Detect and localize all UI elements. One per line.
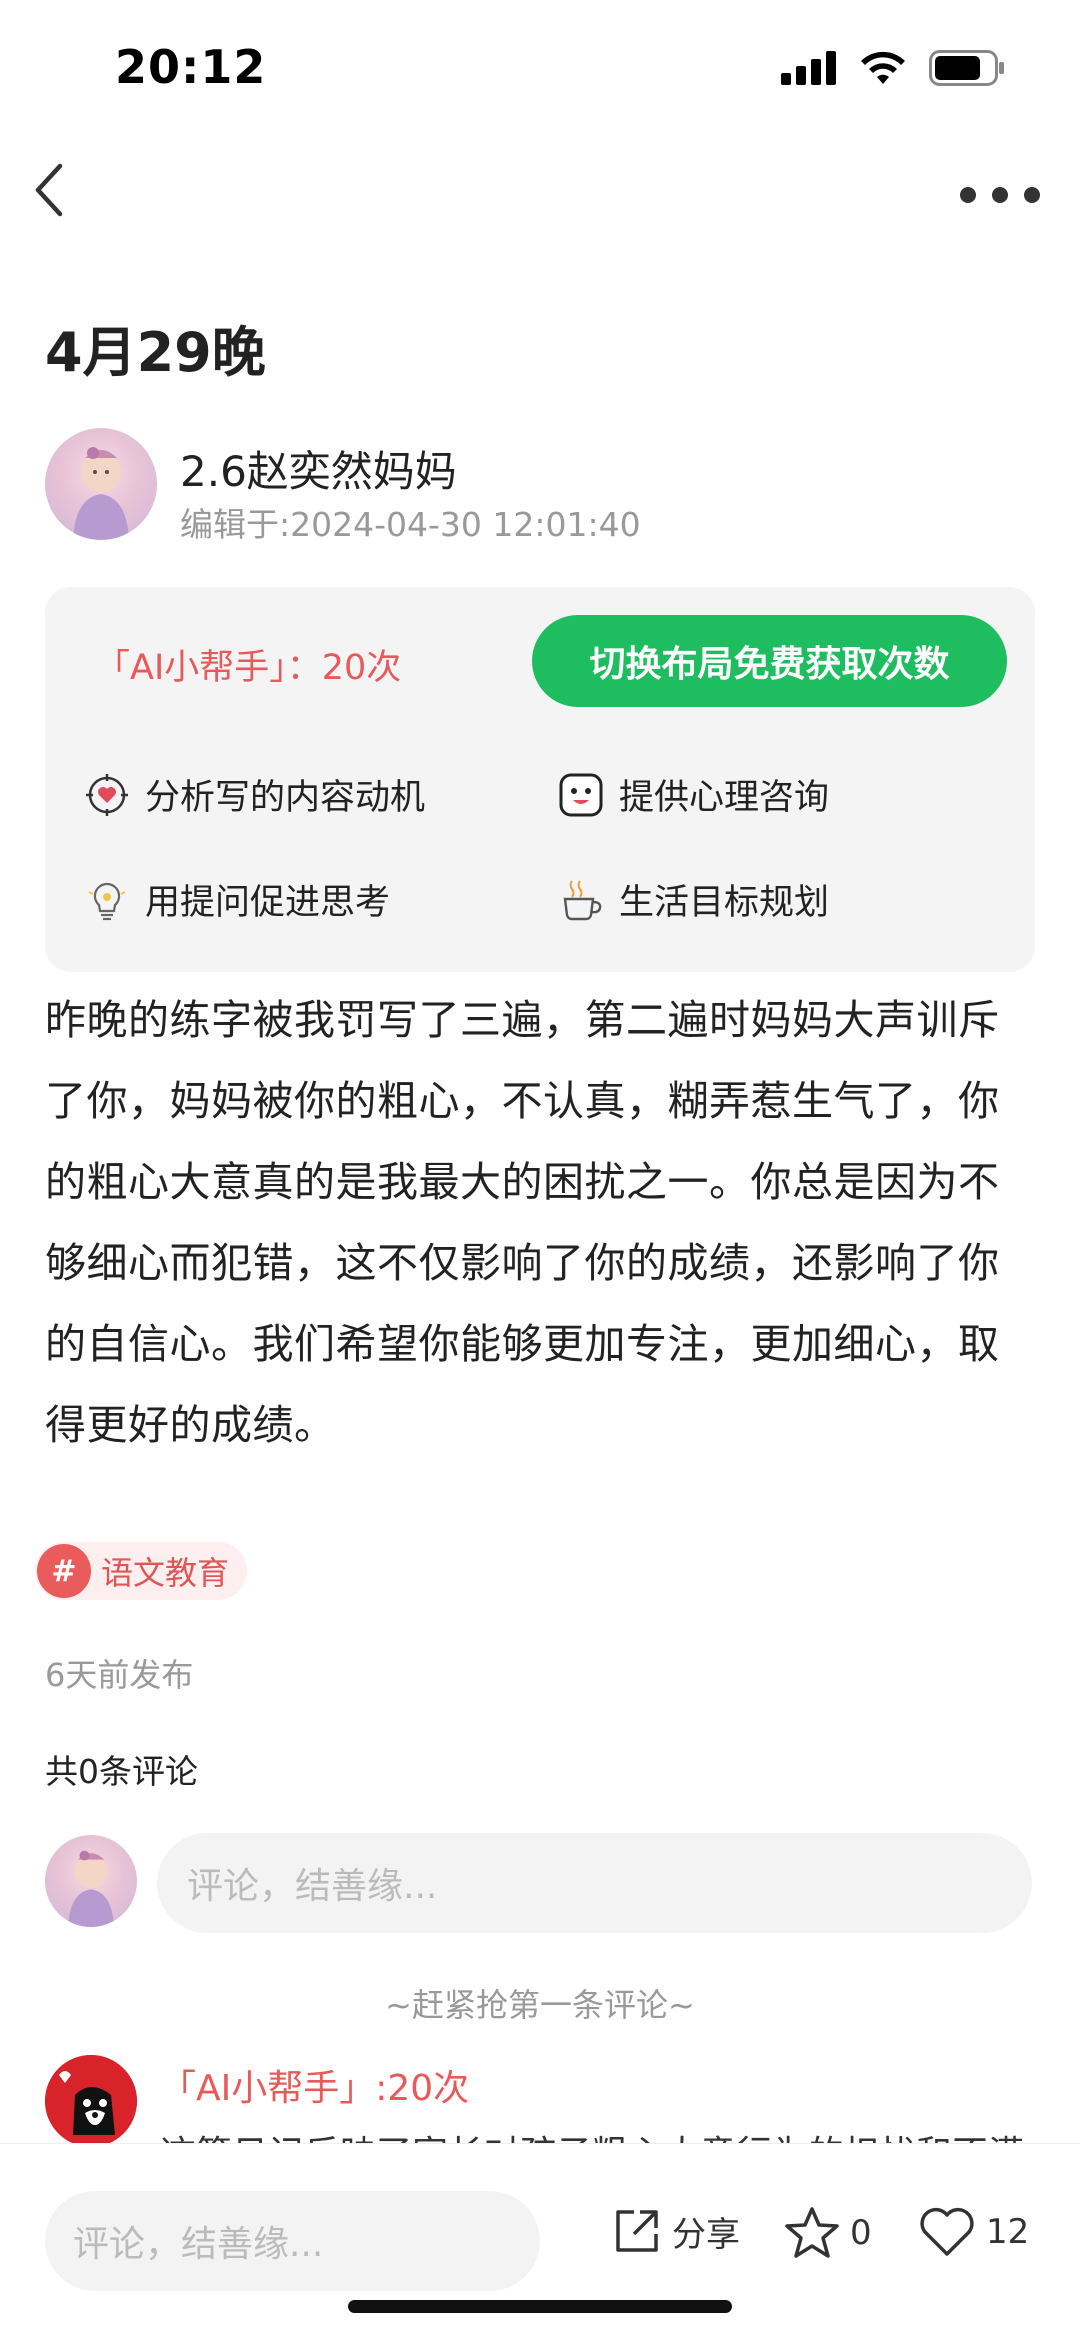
target-heart-icon [83, 771, 131, 819]
feature-label: 用提问促进思考 [145, 883, 391, 923]
author-avatar[interactable] [45, 428, 157, 540]
more-options-button[interactable] [960, 175, 1040, 215]
favorite-count: 0 [850, 2213, 872, 2253]
ai-helper-box: 「AI小帮手」：20次 切换布局免费获取次数 分析写的内容动机 提供心理咨询 用… [45, 587, 1035, 972]
feature-psych-consult[interactable]: 提供心理咨询 [557, 769, 829, 820]
favorite-button[interactable]: 0 [784, 2206, 872, 2260]
back-button[interactable] [30, 160, 90, 230]
first-comment-hint: ~赶紧抢第一条评论~ [385, 1986, 695, 2024]
author-name[interactable]: 2.6赵奕然妈妈 [180, 438, 457, 499]
topic-tag-label: 语文教育 [101, 1554, 230, 1592]
post-title: 4月29晚 [45, 321, 266, 384]
dot-icon [960, 187, 976, 203]
comment-count: 共0条评论 [45, 1752, 198, 1791]
ai-reply[interactable]: 「AI小帮手」:20次 这篇日记反映了家长对孩子粗心大意行为的担忧和不满 [45, 2055, 1045, 2145]
dot-icon [992, 187, 1008, 203]
feature-label: 分析写的内容动机 [145, 778, 426, 818]
feature-life-goals[interactable]: 生活目标规划 [557, 874, 829, 925]
switch-layout-button[interactable]: 切换布局免费获取次数 [532, 615, 1007, 707]
feature-label: 提供心理咨询 [619, 778, 830, 818]
status-icons [781, 50, 1005, 86]
status-time: 20:12 [115, 40, 267, 94]
like-button[interactable]: 12 [918, 2206, 1029, 2258]
comment-input-row: 评论，结善缘... [45, 1833, 1035, 1933]
ai-reply-name: 「AI小帮手」:20次 [160, 2068, 470, 2109]
like-count: 12 [986, 2212, 1030, 2252]
star-icon [785, 2207, 839, 2258]
author-info: 2.6赵奕然妈妈 编辑于:2024-04-30 12:01:40 [45, 428, 1045, 544]
smiley-icon [557, 771, 605, 819]
status-bar: 20:12 [0, 0, 1080, 140]
lightbulb-icon [83, 876, 131, 924]
bottom-comment-input[interactable]: 评论，结善缘... [45, 2191, 540, 2291]
wifi-icon [861, 51, 905, 84]
ai-helper-count: 「AI小帮手」：20次 [95, 648, 402, 688]
home-indicator[interactable] [348, 2300, 732, 2313]
nav-bar [0, 150, 1080, 240]
comment-input[interactable]: 评论，结善缘... [157, 1833, 1032, 1933]
feature-label: 生活目标规划 [619, 883, 830, 923]
feature-question-thinking[interactable]: 用提问促进思考 [83, 874, 390, 925]
hash-icon: # [37, 1544, 91, 1598]
chevron-left-icon [35, 163, 63, 217]
share-icon [616, 2210, 658, 2252]
dog-mascot-icon [45, 2055, 137, 2145]
dot-icon [1024, 187, 1040, 203]
share-label: 分享 [672, 2214, 740, 2255]
feature-analyze-motive[interactable]: 分析写的内容动机 [83, 769, 425, 820]
ai-reply-text: 这篇日记反映了家长对孩子粗心大意行为的担忧和不满 [160, 2125, 1024, 2145]
battery-icon [929, 50, 1004, 86]
heart-icon [920, 2207, 974, 2256]
signal-icon [781, 51, 836, 85]
baby-photo-icon [68, 1850, 114, 1927]
share-button[interactable]: 分享 [612, 2206, 740, 2256]
user-avatar [45, 1835, 137, 1927]
edit-time: 编辑于:2024-04-30 12:01:40 [180, 505, 641, 544]
topic-tag[interactable]: # 语文教育 [35, 1542, 248, 1600]
ai-helper-avatar [45, 2055, 137, 2145]
publish-time: 6天前发布 [45, 1656, 194, 1694]
coffee-cup-icon [557, 876, 605, 924]
baby-photo-icon [73, 447, 129, 540]
post-content: 昨晚的练字被我罚写了三遍，第二遍时妈妈大声训斥了你，妈妈被你的粗心，不认真，糊弄… [45, 996, 1000, 1449]
